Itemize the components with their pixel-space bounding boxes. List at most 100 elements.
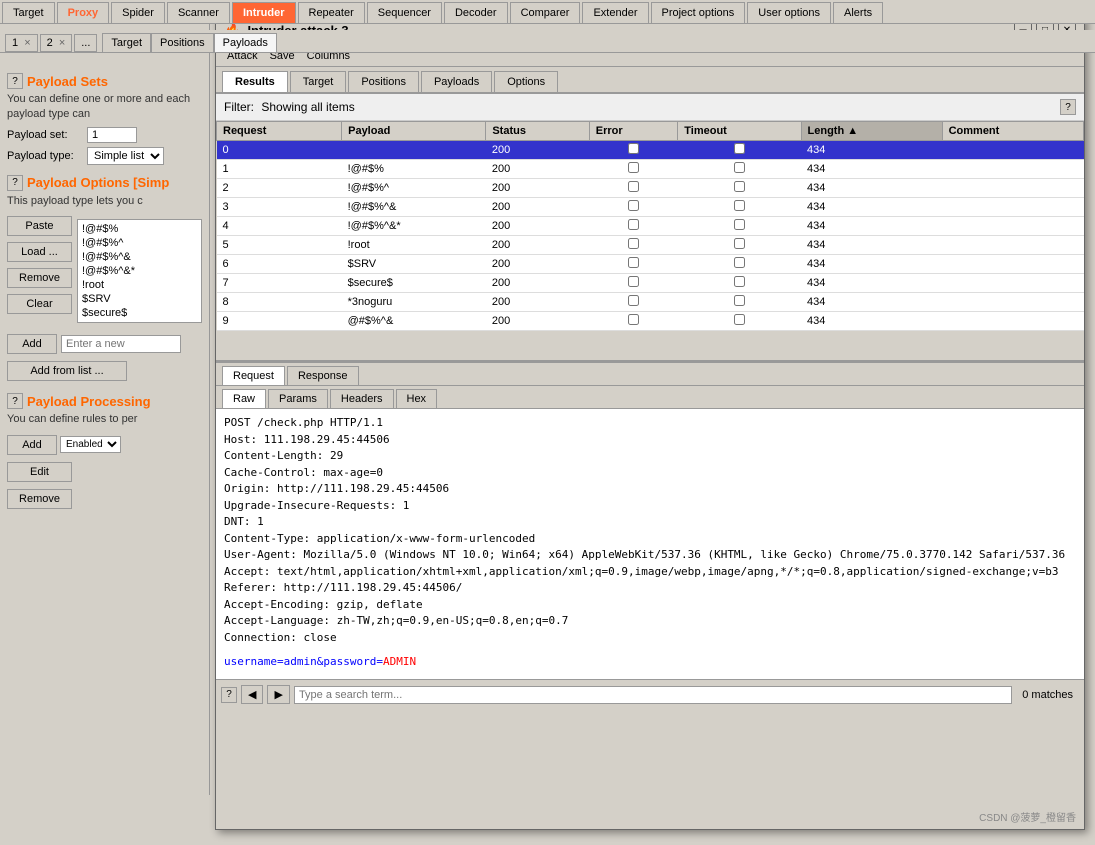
subtab-hex[interactable]: Hex <box>396 389 438 408</box>
tab-target[interactable]: Target <box>2 2 55 23</box>
table-row[interactable]: 8 *3noguru 200 434 <box>217 293 1084 312</box>
filter-help-icon[interactable]: ? <box>1060 99 1076 115</box>
cell-error[interactable] <box>589 179 678 198</box>
list-item: $SRV <box>80 292 199 306</box>
search-help-icon[interactable]: ? <box>221 687 237 703</box>
search-input[interactable] <box>294 686 1012 704</box>
cell-error[interactable] <box>589 236 678 255</box>
cell-error[interactable] <box>589 293 678 312</box>
clear-button[interactable]: Clear <box>7 294 72 314</box>
col-request[interactable]: Request <box>217 122 342 141</box>
tab-num-1[interactable]: 1 × <box>5 34 38 52</box>
tab-spider[interactable]: Spider <box>111 2 165 23</box>
cell-error[interactable] <box>589 141 678 160</box>
cell-error[interactable] <box>589 312 678 331</box>
cell-comment <box>942 274 1083 293</box>
tab-response[interactable]: Response <box>287 366 359 385</box>
col-timeout[interactable]: Timeout <box>678 122 801 141</box>
cell-comment <box>942 179 1083 198</box>
table-row[interactable]: 9 @#$%^& 200 434 <box>217 312 1084 331</box>
table-row[interactable]: 4 !@#$%^&* 200 434 <box>217 217 1084 236</box>
table-row[interactable]: 5 !root 200 434 <box>217 236 1084 255</box>
col-comment[interactable]: Comment <box>942 122 1083 141</box>
table-row[interactable]: 0 200 434 <box>217 141 1084 160</box>
close-tab-1-icon[interactable]: × <box>24 37 30 49</box>
payload-processing-help-icon[interactable]: ? <box>7 393 23 409</box>
cell-timeout[interactable] <box>678 274 801 293</box>
tab-num-2[interactable]: 2 × <box>40 34 73 52</box>
close-tab-2-icon[interactable]: × <box>59 37 65 49</box>
payload-sets-help-icon[interactable]: ? <box>7 73 23 89</box>
request-line: POST /check.php HTTP/1.1 <box>224 415 1076 432</box>
cell-timeout[interactable] <box>678 293 801 312</box>
remove-button[interactable]: Remove <box>7 268 72 288</box>
intruder-attack-modal: 🔥 Intruder attack 3 ─ □ ✕ Attack Save Co… <box>215 15 1085 830</box>
col-error[interactable]: Error <box>589 122 678 141</box>
modal-tab-results[interactable]: Results <box>222 71 288 92</box>
cell-timeout[interactable] <box>678 179 801 198</box>
subtab-params[interactable]: Params <box>268 389 328 408</box>
add-from-list-button[interactable]: Add from list ... <box>7 361 127 381</box>
cell-error[interactable] <box>589 160 678 179</box>
add-input[interactable] <box>61 335 181 353</box>
table-row[interactable]: 6 $SRV 200 434 <box>217 255 1084 274</box>
modal-tab-payloads[interactable]: Payloads <box>421 71 492 92</box>
cell-request: 1 <box>217 160 342 179</box>
add-button[interactable]: Add <box>7 334 57 354</box>
request-line: Content-Type: application/x-www-form-url… <box>224 531 1076 548</box>
sub-tab-positions[interactable]: Positions <box>151 33 210 52</box>
processing-add-button[interactable]: Add <box>7 435 57 455</box>
payload-options-help-icon[interactable]: ? <box>7 175 23 191</box>
cell-error[interactable] <box>589 274 678 293</box>
modal-tab-target[interactable]: Target <box>290 71 347 92</box>
processing-remove-button[interactable]: Remove <box>7 489 72 509</box>
tab-num-more[interactable]: ... <box>74 34 97 52</box>
request-line: Referer: http://111.198.29.45:44506/ <box>224 580 1076 597</box>
cell-error[interactable] <box>589 198 678 217</box>
payload-sets-title: Payload Sets <box>27 74 108 89</box>
cell-timeout[interactable] <box>678 217 801 236</box>
subtab-headers[interactable]: Headers <box>330 389 394 408</box>
modal-tabs: Results Target Positions Payloads Option… <box>216 67 1084 94</box>
cell-error[interactable] <box>589 217 678 236</box>
cell-timeout[interactable] <box>678 198 801 217</box>
cell-timeout[interactable] <box>678 160 801 179</box>
modal-tab-positions[interactable]: Positions <box>348 71 419 92</box>
payload-set-input[interactable] <box>87 127 137 143</box>
table-row[interactable]: 3 !@#$%^& 200 434 <box>217 198 1084 217</box>
cell-status: 200 <box>486 179 589 198</box>
left-panel: Target Proxy Spider Scanner Intruder Rep… <box>0 0 210 795</box>
tab-scanner[interactable]: Scanner <box>167 2 210 23</box>
col-payload[interactable]: Payload <box>342 122 486 141</box>
list-item: !root <box>80 278 199 292</box>
paste-button[interactable]: Paste <box>7 216 72 236</box>
table-row[interactable]: 1 !@#$% 200 434 <box>217 160 1084 179</box>
subtab-raw[interactable]: Raw <box>222 389 266 408</box>
load-button[interactable]: Load ... <box>7 242 72 262</box>
request-body-line: username=admin&password=ADMIN <box>224 654 1076 671</box>
tab-request[interactable]: Request <box>222 366 285 385</box>
cell-timeout[interactable] <box>678 255 801 274</box>
next-button[interactable]: ▶ <box>267 685 289 704</box>
payload-processing-desc: You can define rules to per <box>7 412 202 427</box>
payload-type-select[interactable]: Simple list <box>87 147 164 165</box>
col-length[interactable]: Length ▲ <box>801 122 942 141</box>
watermark: CSDN @菠萝_橙留香 <box>979 809 1076 824</box>
sub-tab-target[interactable]: Target <box>102 33 151 52</box>
modal-tab-options[interactable]: Options <box>494 71 558 92</box>
table-row[interactable]: 2 !@#$%^ 200 434 <box>217 179 1084 198</box>
cell-status: 200 <box>486 236 589 255</box>
payload-sets-desc: You can define one or more and each payl… <box>7 92 202 123</box>
col-status[interactable]: Status <box>486 122 589 141</box>
processing-edit-button[interactable]: Edit <box>7 462 72 482</box>
cell-timeout[interactable] <box>678 312 801 331</box>
tab-proxy[interactable]: Proxy <box>57 2 110 23</box>
cell-error[interactable] <box>589 255 678 274</box>
cell-timeout[interactable] <box>678 141 801 160</box>
results-table-scroll[interactable]: Request Payload Status Error Timeout Len… <box>216 121 1084 361</box>
table-row[interactable]: 7 $secure$ 200 434 <box>217 274 1084 293</box>
enabled-select[interactable]: Enabled <box>60 436 121 453</box>
cell-timeout[interactable] <box>678 236 801 255</box>
prev-button[interactable]: ◀ <box>241 685 263 704</box>
request-line: DNT: 1 <box>224 514 1076 531</box>
